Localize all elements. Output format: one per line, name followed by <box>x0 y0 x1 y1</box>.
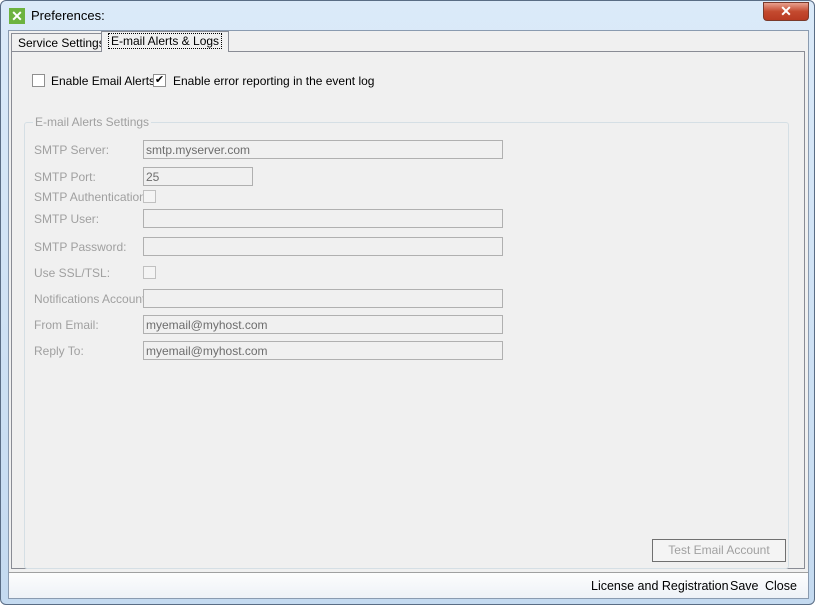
window-title: Preferences: <box>31 8 105 23</box>
from-email-label: From Email: <box>34 318 99 332</box>
notifications-account-input[interactable] <box>143 289 503 308</box>
enable-email-alerts-label[interactable]: Enable Email Alerts <box>51 74 155 88</box>
smtp-user-input[interactable] <box>143 209 503 228</box>
app-x-icon: ✕ <box>9 8 25 24</box>
client-area: Service Settings E-mail Alerts & Logs En… <box>8 30 809 599</box>
tab-label: Service Settings <box>18 36 105 50</box>
enable-email-alerts-checkbox[interactable] <box>32 74 45 87</box>
smtp-port-input[interactable]: 25 <box>143 167 253 186</box>
smtp-auth-label: SMTP Authentication: <box>34 190 150 204</box>
smtp-user-label: SMTP User: <box>34 212 100 226</box>
tab-label: E-mail Alerts & Logs <box>108 33 223 49</box>
save-link[interactable]: Save <box>730 579 759 593</box>
reply-to-input[interactable]: myemail@myhost.com <box>143 341 503 360</box>
use-ssl-label: Use SSL/TSL: <box>34 266 111 280</box>
reply-to-label: Reply To: <box>34 344 84 358</box>
from-email-input[interactable]: myemail@myhost.com <box>143 315 503 334</box>
smtp-server-input[interactable]: smtp.myserver.com <box>143 140 503 159</box>
license-registration-link[interactable]: License and Registration <box>591 579 729 593</box>
enable-error-reporting-label[interactable]: Enable error reporting in the event log <box>173 74 374 88</box>
smtp-auth-checkbox[interactable] <box>143 190 156 203</box>
smtp-password-label: SMTP Password: <box>34 240 127 254</box>
tab-email-alerts-logs[interactable]: E-mail Alerts & Logs <box>101 31 230 52</box>
tab-service-settings[interactable]: Service Settings <box>11 33 112 52</box>
smtp-password-input[interactable] <box>143 237 503 256</box>
smtp-server-label: SMTP Server: <box>34 143 110 157</box>
preferences-window: ✕ Preferences: ✕ Service Settings E-mail… <box>0 0 815 605</box>
test-email-account-button[interactable]: Test Email Account <box>652 539 786 562</box>
smtp-port-label: SMTP Port: <box>34 170 96 184</box>
tab-panel: Enable Email Alerts ✔ Enable error repor… <box>11 51 805 569</box>
status-bar: License and Registration Save Close <box>9 572 808 598</box>
close-link[interactable]: Close <box>765 579 797 593</box>
notifications-account-label: Notifications Account: <box>34 292 149 306</box>
window-close-button[interactable]: ✕ <box>763 2 809 21</box>
group-title: E-mail Alerts Settings <box>33 115 152 129</box>
email-alerts-settings-group: E-mail Alerts Settings SMTP Server: smtp… <box>24 115 789 569</box>
use-ssl-checkbox[interactable] <box>143 266 156 279</box>
enable-error-reporting-checkbox[interactable]: ✔ <box>153 74 166 87</box>
